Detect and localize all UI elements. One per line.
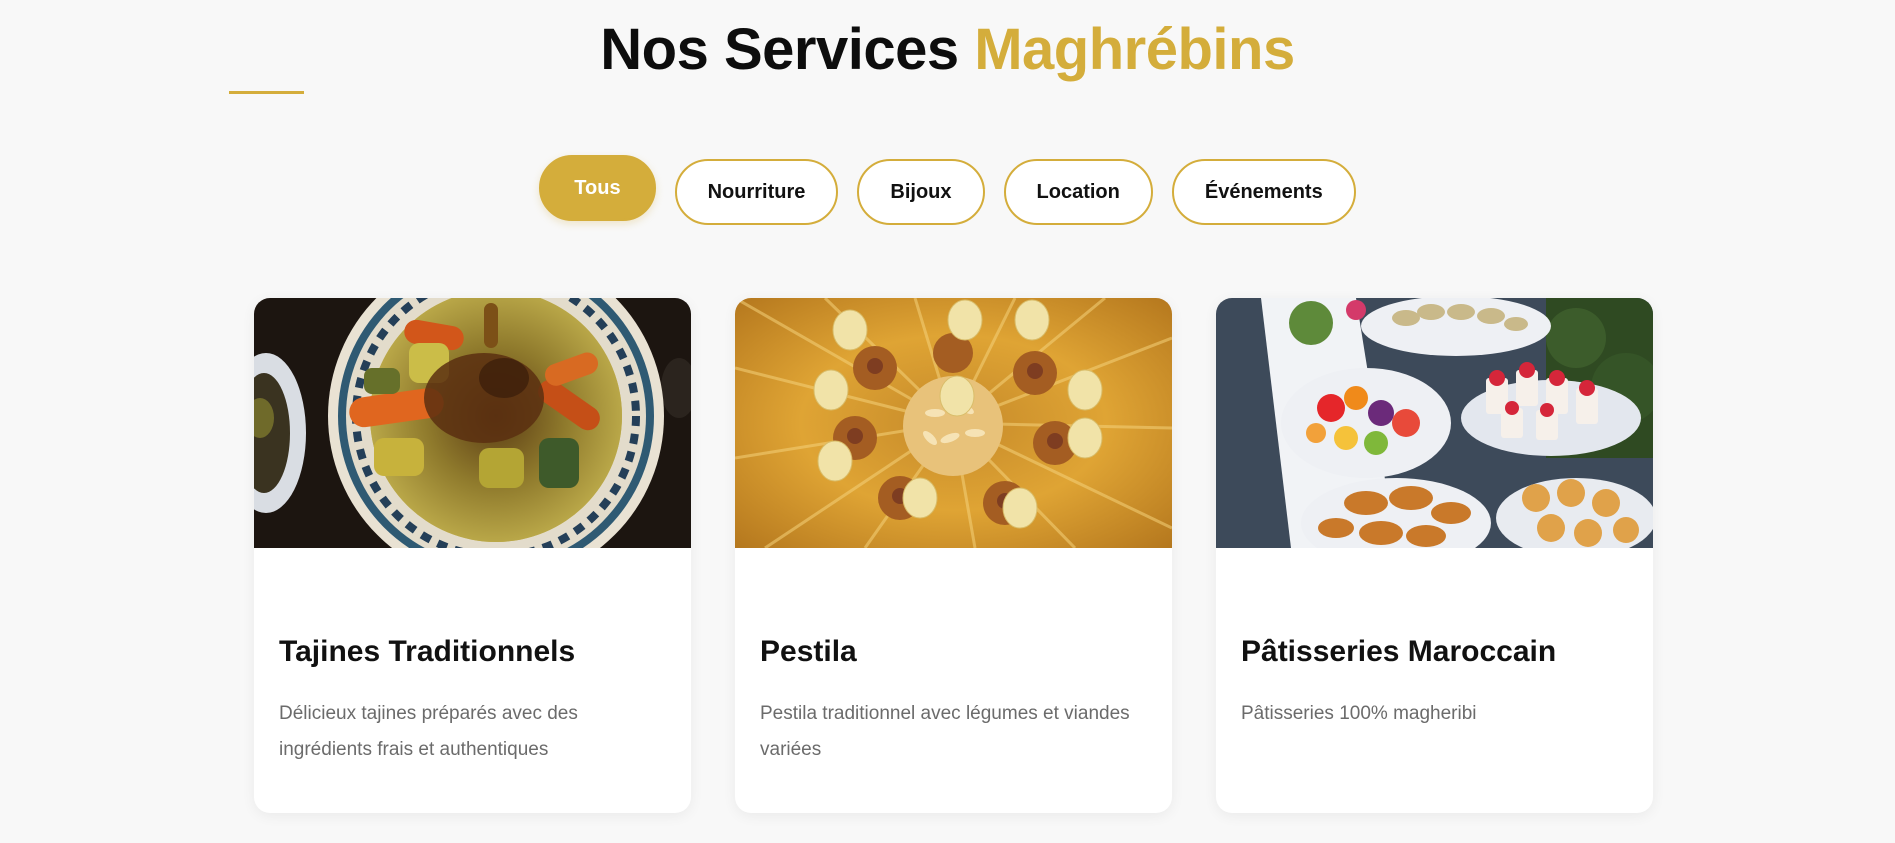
service-card-patisseries[interactable]: Pâtisseries Maroccain Pâtisseries 100% m… bbox=[1216, 298, 1653, 813]
title-accent: Maghrébins bbox=[974, 17, 1295, 82]
filter-location-button[interactable]: Location bbox=[1003, 159, 1153, 225]
filter-bar: Tous Nourriture Bijoux Location Événemen… bbox=[0, 155, 1895, 225]
card-title: Pâtisseries Maroccain bbox=[1241, 635, 1557, 668]
title-underline bbox=[229, 91, 304, 94]
page-title: Nos Services Maghrébins bbox=[0, 14, 1895, 86]
service-card-pestila[interactable]: Pestila Pestila traditionnel avec légume… bbox=[735, 298, 1172, 813]
service-card-tajines[interactable]: Tajines Traditionnels Délicieux tajines … bbox=[254, 298, 691, 813]
filter-nourriture-button[interactable]: Nourriture bbox=[674, 159, 839, 225]
filter-tous-button[interactable]: Tous bbox=[539, 155, 656, 221]
title-main: Nos Services bbox=[600, 17, 959, 82]
services-section: Nos Services Maghrébins Tous Nourriture … bbox=[0, 0, 1895, 843]
card-description: Délicieux tajines préparés avec des ingr… bbox=[279, 703, 578, 760]
filter-bijoux-button[interactable]: Bijoux bbox=[857, 159, 985, 225]
card-title: Pestila bbox=[760, 635, 857, 668]
pastry-buffet-photo bbox=[1216, 298, 1653, 548]
card-description: Pâtisseries 100% magheribi bbox=[1241, 703, 1477, 724]
card-description: Pestila traditionnel avec légumes et via… bbox=[760, 703, 1130, 760]
filter-evenements-button[interactable]: Événements bbox=[1171, 159, 1356, 225]
card-title: Tajines Traditionnels bbox=[279, 635, 576, 668]
pastilla-photo bbox=[735, 298, 1172, 548]
tajine-photo bbox=[254, 298, 691, 548]
